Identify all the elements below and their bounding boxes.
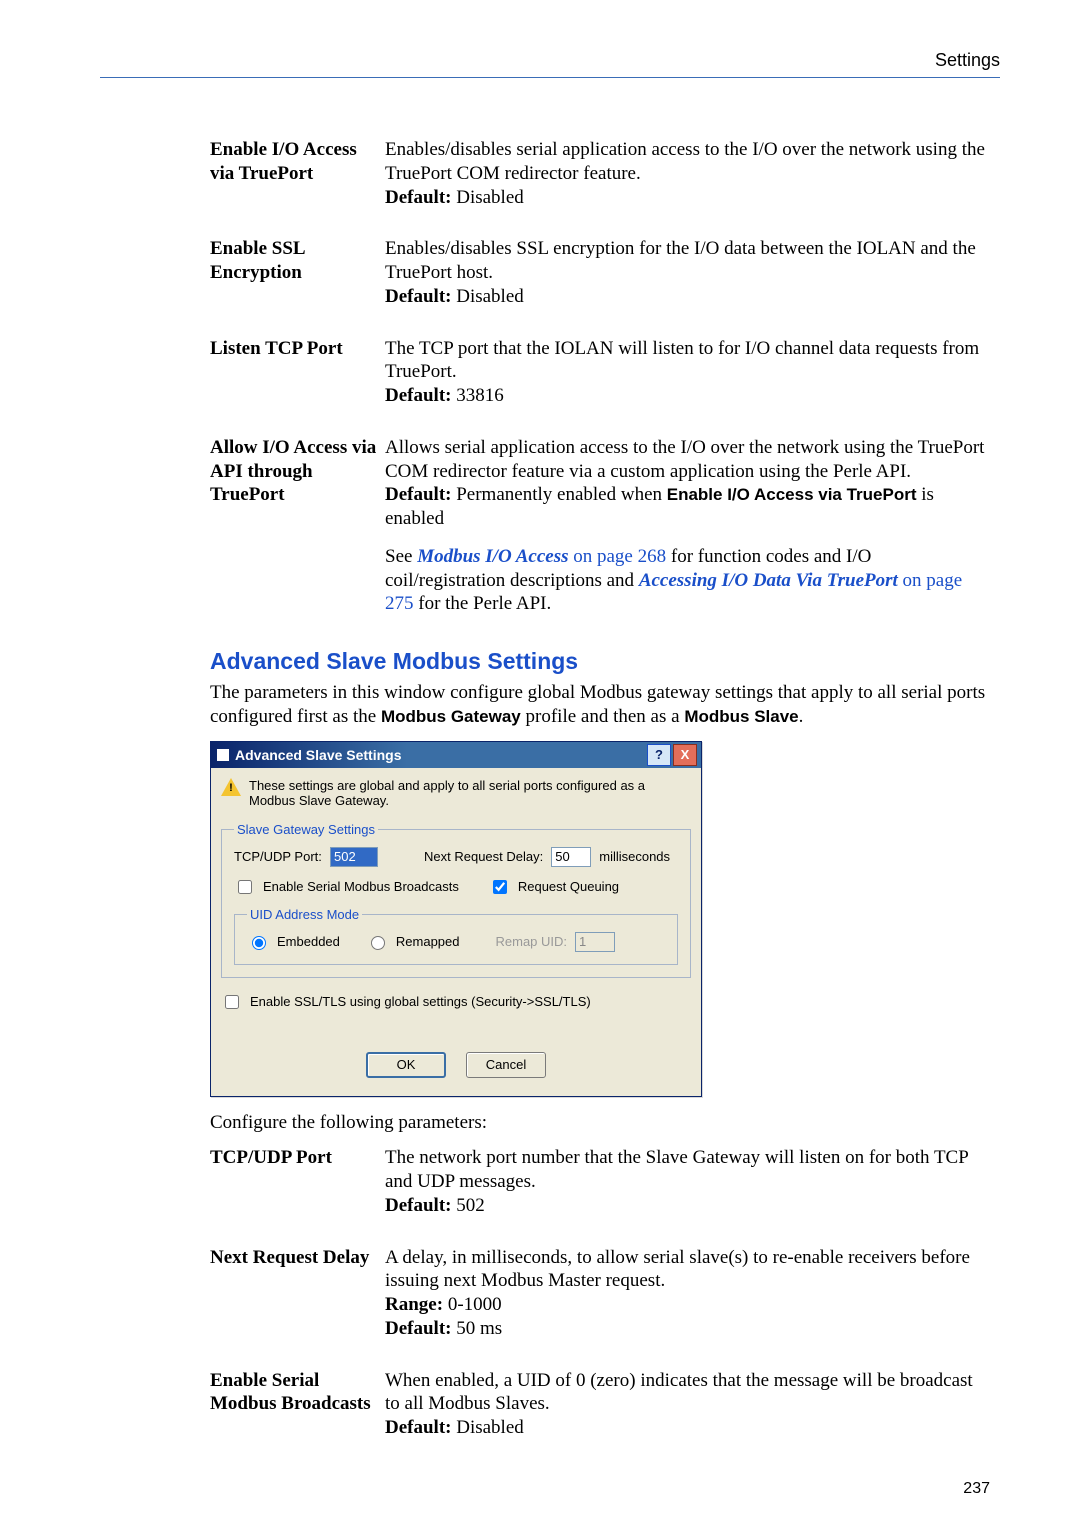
- t: Disabled: [451, 1417, 523, 1438]
- desc-text: Allows serial application access to the …: [385, 437, 984, 482]
- t: See: [385, 546, 417, 567]
- next-request-delay-input[interactable]: [551, 847, 591, 867]
- desc: When enabled, a UID of 0 (zero) indicate…: [385, 1369, 990, 1440]
- app-icon: [217, 749, 229, 761]
- tcpudp-port-label: TCP/UDP Port:: [234, 849, 322, 864]
- b: Default:: [385, 1417, 451, 1438]
- desc: A delay, in milliseconds, to allow seria…: [385, 1246, 990, 1341]
- request-queuing-label: Request Queuing: [518, 879, 619, 894]
- tcpudp-port-input[interactable]: [330, 847, 378, 867]
- remapped-radio[interactable]: [371, 936, 385, 950]
- ok-button[interactable]: OK: [366, 1052, 446, 1078]
- t: Permanently enabled when: [451, 484, 666, 505]
- t: 502: [451, 1195, 484, 1216]
- default-value: Disabled: [451, 187, 523, 208]
- advanced-slave-settings-dialog: Advanced Slave Settings ? X These settin…: [210, 741, 702, 1097]
- desc-text: A delay, in milliseconds, to allow seria…: [385, 1247, 970, 1292]
- desc: The TCP port that the IOLAN will listen …: [385, 337, 990, 408]
- group-legend: Slave Gateway Settings: [234, 822, 378, 837]
- cancel-button[interactable]: Cancel: [466, 1052, 546, 1078]
- term: Listen TCP Port: [210, 337, 385, 408]
- t: for the Perle API.: [414, 593, 552, 614]
- b: Range:: [385, 1294, 443, 1315]
- t: profile and then as a: [521, 706, 685, 727]
- request-queuing-checkbox[interactable]: [493, 880, 507, 894]
- term: Enable I/O Access via TruePort: [210, 138, 385, 209]
- definitions-1: Enable I/O Access via TruePort Enables/d…: [210, 138, 990, 616]
- desc-text: Enables/disables serial application acce…: [385, 139, 985, 184]
- b: Default:: [385, 1195, 451, 1216]
- desc: Enables/disables SSL encryption for the …: [385, 237, 990, 308]
- header-right: Settings: [100, 50, 1000, 71]
- default-label: Default:: [385, 286, 451, 307]
- remapped-label: Remapped: [396, 934, 460, 949]
- group-legend: UID Address Mode: [247, 907, 362, 922]
- close-button[interactable]: X: [673, 744, 697, 766]
- titlebar[interactable]: Advanced Slave Settings ? X: [211, 742, 701, 768]
- default-label: Default:: [385, 484, 451, 505]
- b: Default:: [385, 1318, 451, 1339]
- help-button[interactable]: ?: [647, 744, 671, 766]
- milliseconds-label: milliseconds: [599, 849, 670, 864]
- enable-serial-modbus-broadcasts-label: Enable Serial Modbus Broadcasts: [263, 879, 459, 894]
- t: on page 268: [569, 546, 667, 567]
- t: .: [799, 706, 804, 727]
- term: Allow I/O Access via API through TruePor…: [210, 436, 385, 616]
- desc: Enables/disables serial application acce…: [385, 138, 990, 209]
- term: Next Request Delay: [210, 1246, 385, 1341]
- section-intro: The parameters in this window configure …: [210, 681, 990, 729]
- configure-text: Configure the following parameters:: [210, 1111, 990, 1135]
- link-accessing-io-data[interactable]: Accessing I/O Data Via TruePort: [639, 570, 898, 591]
- next-request-delay-label: Next Request Delay:: [424, 849, 543, 864]
- embedded-label: Embedded: [277, 934, 340, 949]
- term: Enable Serial Modbus Broadcasts: [210, 1369, 385, 1440]
- note: These settings are global and apply to a…: [221, 778, 691, 808]
- t: Modbus Gateway: [381, 707, 521, 726]
- desc: The network port number that the Slave G…: [385, 1146, 990, 1217]
- t: 50 ms: [451, 1318, 502, 1339]
- slave-gateway-settings-group: Slave Gateway Settings TCP/UDP Port: Nex…: [221, 822, 691, 978]
- remap-uid-label: Remap UID:: [496, 934, 568, 949]
- dialog-title: Advanced Slave Settings: [235, 747, 645, 763]
- remap-uid-input: [575, 932, 615, 952]
- uid-address-mode-group: UID Address Mode Embedded Remapped Remap…: [234, 907, 678, 965]
- term-text: Next Request Delay: [210, 1247, 369, 1268]
- default-value: 33816: [451, 385, 503, 406]
- term: Enable SSL Encryption: [210, 237, 385, 308]
- link-modbus-io-access[interactable]: Modbus I/O Access: [417, 546, 568, 567]
- t: Enable I/O Access via TruePort: [667, 485, 917, 504]
- desc-text: The TCP port that the IOLAN will listen …: [385, 338, 979, 383]
- desc-text: Enables/disables SSL encryption for the …: [385, 238, 976, 283]
- header-rule: [100, 77, 1000, 78]
- desc: Allows serial application access to the …: [385, 436, 990, 616]
- section-title: Advanced Slave Modbus Settings: [210, 648, 1000, 675]
- enable-ssl-tls-label: Enable SSL/TLS using global settings (Se…: [250, 994, 591, 1009]
- t: 0-1000: [443, 1294, 502, 1315]
- default-label: Default:: [385, 187, 451, 208]
- embedded-radio[interactable]: [252, 936, 266, 950]
- warning-icon: [221, 778, 241, 798]
- desc-text: The network port number that the Slave G…: [385, 1147, 968, 1192]
- term: TCP/UDP Port: [210, 1146, 385, 1217]
- definitions-2: TCP/UDP Port The network port number tha…: [210, 1146, 990, 1440]
- page-number: 237: [100, 1480, 990, 1498]
- note-text: These settings are global and apply to a…: [249, 778, 691, 808]
- enable-serial-modbus-broadcasts-checkbox[interactable]: [238, 880, 252, 894]
- t: Modbus Slave: [684, 707, 798, 726]
- desc-text: When enabled, a UID of 0 (zero) indicate…: [385, 1370, 973, 1415]
- enable-ssl-tls-checkbox[interactable]: [225, 995, 239, 1009]
- default-label: Default:: [385, 385, 451, 406]
- default-value: Disabled: [451, 286, 523, 307]
